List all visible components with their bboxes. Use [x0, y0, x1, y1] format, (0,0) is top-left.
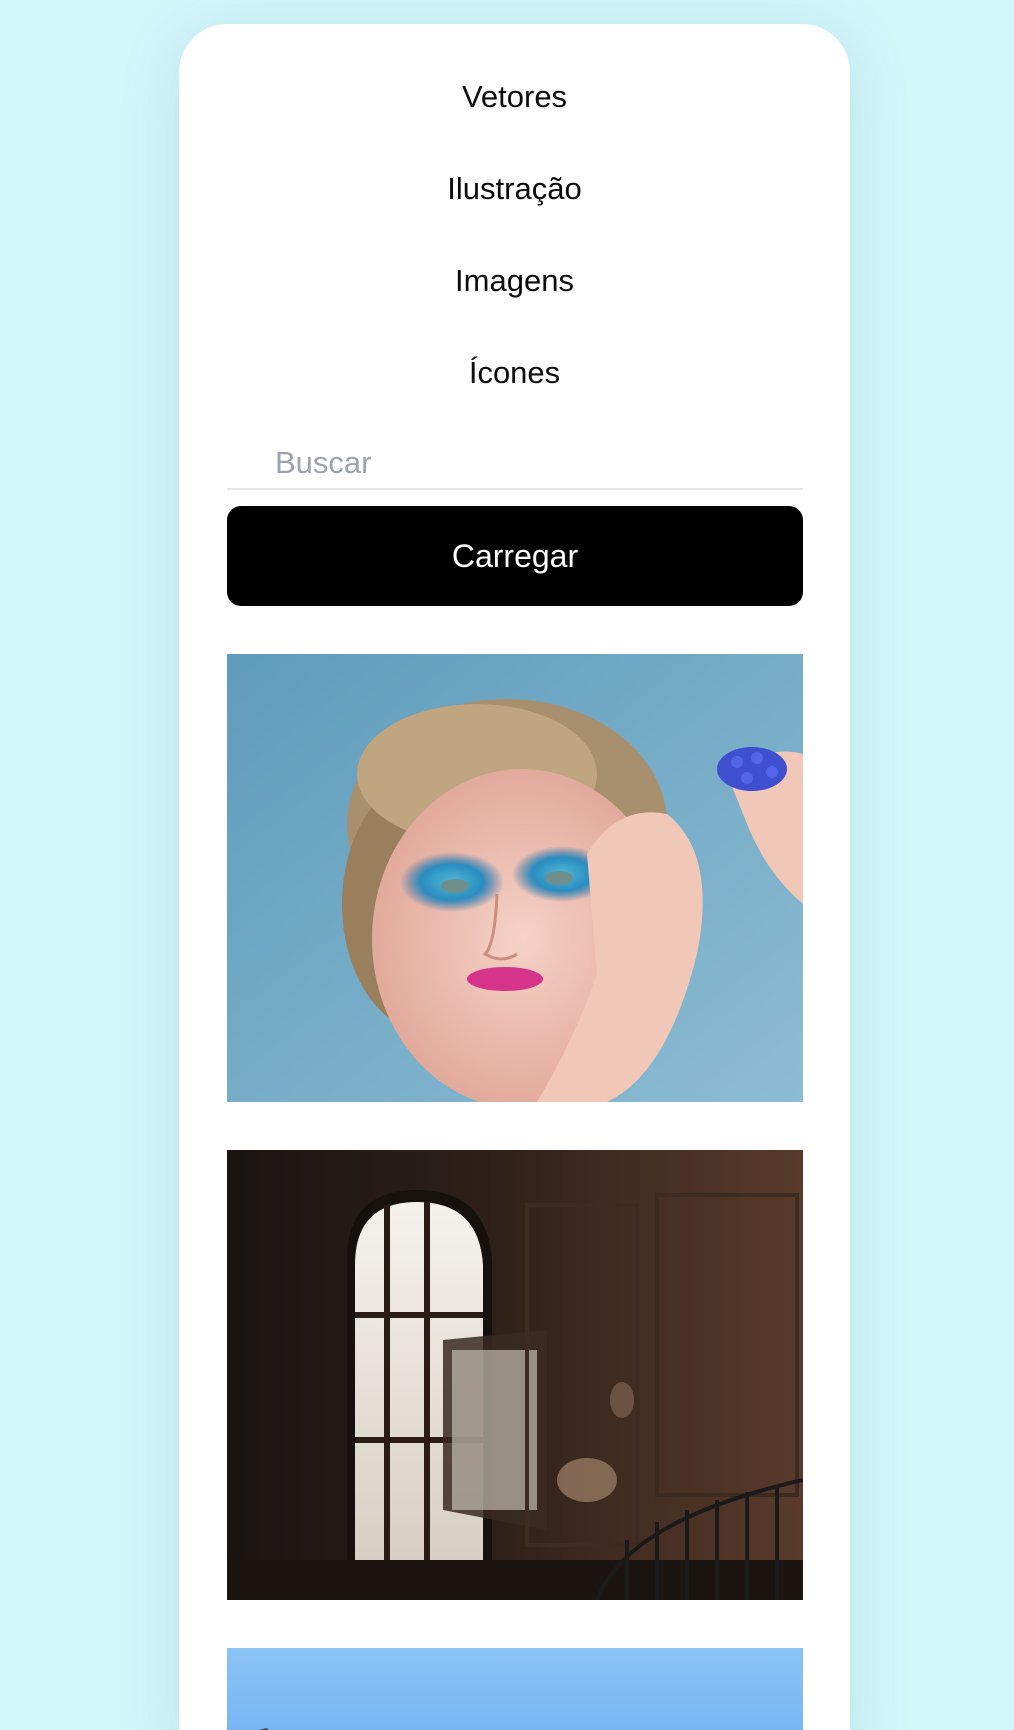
- nav-item-ilustracao[interactable]: Ilustração: [179, 169, 850, 209]
- load-button[interactable]: Carregar: [227, 506, 803, 606]
- sky-image: [227, 1648, 803, 1730]
- nav-item-imagens[interactable]: Imagens: [179, 261, 850, 301]
- gallery-image-room[interactable]: [227, 1150, 803, 1600]
- search-field: [227, 438, 803, 490]
- nav-item-icones[interactable]: Ícones: [179, 353, 850, 393]
- nav-item-vetores[interactable]: Vetores: [179, 77, 850, 117]
- search-input[interactable]: [227, 438, 803, 488]
- room-image: [227, 1150, 803, 1600]
- gallery-image-portrait[interactable]: [227, 654, 803, 1102]
- gallery-image-sky[interactable]: [227, 1648, 803, 1730]
- main-card: Vetores Ilustração Imagens Ícones Carreg…: [179, 24, 850, 1730]
- portrait-image: [227, 654, 803, 1102]
